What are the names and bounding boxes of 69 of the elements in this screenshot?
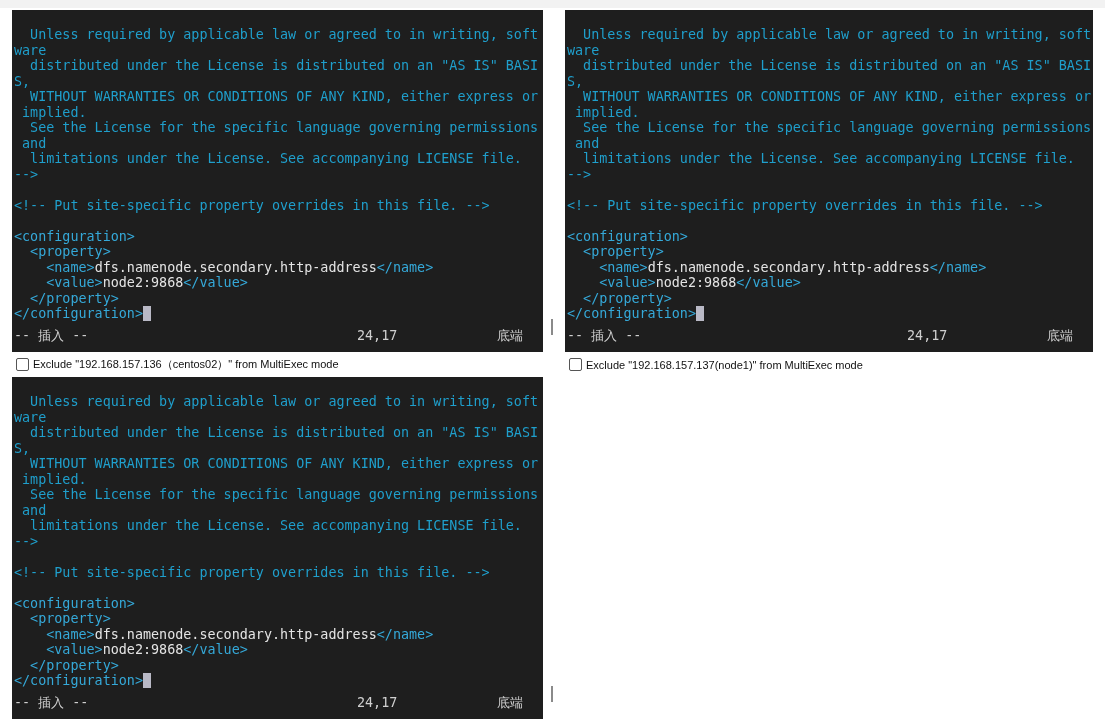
code-line: <property> [29,244,112,260]
code-line: --> [567,166,593,182]
code-line: and [574,135,601,151]
code-line: <!-- Put site-specific property overrides in this file. --> [14,197,491,213]
code-line: ware [14,409,48,425]
code-line: <value>node2:9868</value> [45,642,249,658]
code-line: implied. [574,104,641,120]
code-line: <configuration> [14,228,136,244]
code-line: S, [567,73,585,89]
code-line: <value>node2:9868</value> [598,275,802,291]
code-line: See the License for the specific language governing permissions [582,120,1092,136]
code-line: </configuration> [567,306,1092,322]
code-line: --> [14,533,40,549]
scroll-marker [551,319,553,335]
code-line: limitations under the License. See accompanying LICENSE file. [29,518,523,534]
code-line: </property> [582,290,673,306]
scroll-position: 底端 [497,327,524,343]
code-line: <name>dfs.namenode.secondary.http-address</name> [45,259,435,275]
code-line: </configuration> [14,306,541,322]
code-line: ware [567,42,601,58]
code-line: <name>dfs.namenode.secondary.http-address</name> [45,626,435,642]
code-line: Unless required by applicable law or agreed to in writing, soft [29,27,540,43]
code-line: WITHOUT WARRANTIES OR CONDITIONS OF ANY KIND, either express or [29,456,540,472]
code-line: <!-- Put site-specific property overrides in this file. --> [567,197,1044,213]
code-line: </property> [29,657,120,673]
code-line: limitations under the License. See accompanying LICENSE file. [582,151,1076,167]
checkbox[interactable] [16,358,29,371]
code-line: Unless required by applicable law or agreed to in writing, soft [582,27,1092,43]
code-line: <property> [29,611,112,627]
code-line: distributed under the License is distributed on an "AS IS" BASI [582,58,1092,74]
cursor-position: 24,17 [907,327,949,343]
code-line: distributed under the License is distributed on an "AS IS" BASI [29,425,540,441]
code-line: distributed under the License is distributed on an "AS IS" BASI [29,58,540,74]
code-line: S, [14,440,32,456]
cursor-position: 24,17 [357,694,399,710]
code-line: and [21,135,48,151]
scroll-position: 底端 [497,694,524,710]
terminal-pane[interactable] [12,10,543,352]
scroll-marker [551,686,553,702]
code-line: limitations under the License. See accompanying LICENSE file. [29,151,523,167]
checkbox-label[interactable]: Exclude "192.168.157.136（centos02）" from MultiExec mode [33,357,339,372]
code-line: <!-- Put site-specific property overrides in this file. --> [14,564,491,580]
code-line: implied. [21,104,88,120]
mode-indicator: -- 插入 -- [14,694,90,710]
terminal-pane[interactable] [565,10,1094,352]
code-line: <value>node2:9868</value> [45,275,249,291]
mode-indicator: -- 插入 -- [14,327,90,343]
code-line: See the License for the specific language governing permissions [29,487,540,503]
code-line: <configuration> [567,228,689,244]
code-line: See the License for the specific language governing permissions [29,120,540,136]
code-line: S, [14,73,32,89]
code-line: implied. [21,471,88,487]
code-line: WITHOUT WARRANTIES OR CONDITIONS OF ANY KIND, either express or [582,89,1092,105]
code-line: <property> [582,244,665,260]
code-line: --> [14,166,40,182]
scroll-position: 底端 [1047,327,1075,343]
mode-indicator: -- 插入 -- [567,327,643,343]
code-line: </property> [29,290,120,306]
terminal-pane[interactable] [12,377,543,719]
checkbox-label[interactable]: Exclude "192.168.157.137(node1)" from MultiExec mode [586,358,863,371]
code-line: <configuration> [14,595,136,611]
checkbox[interactable] [569,358,582,371]
code-line: WITHOUT WARRANTIES OR CONDITIONS OF ANY KIND, either express or [29,89,540,105]
cursor-position: 24,17 [357,327,399,343]
code-line: <name>dfs.namenode.secondary.http-address</name> [598,259,988,275]
code-line: </configuration> [14,673,541,689]
code-line: ware [14,42,48,58]
code-line: and [21,502,48,518]
code-line: Unless required by applicable law or agreed to in writing, soft [29,394,540,410]
